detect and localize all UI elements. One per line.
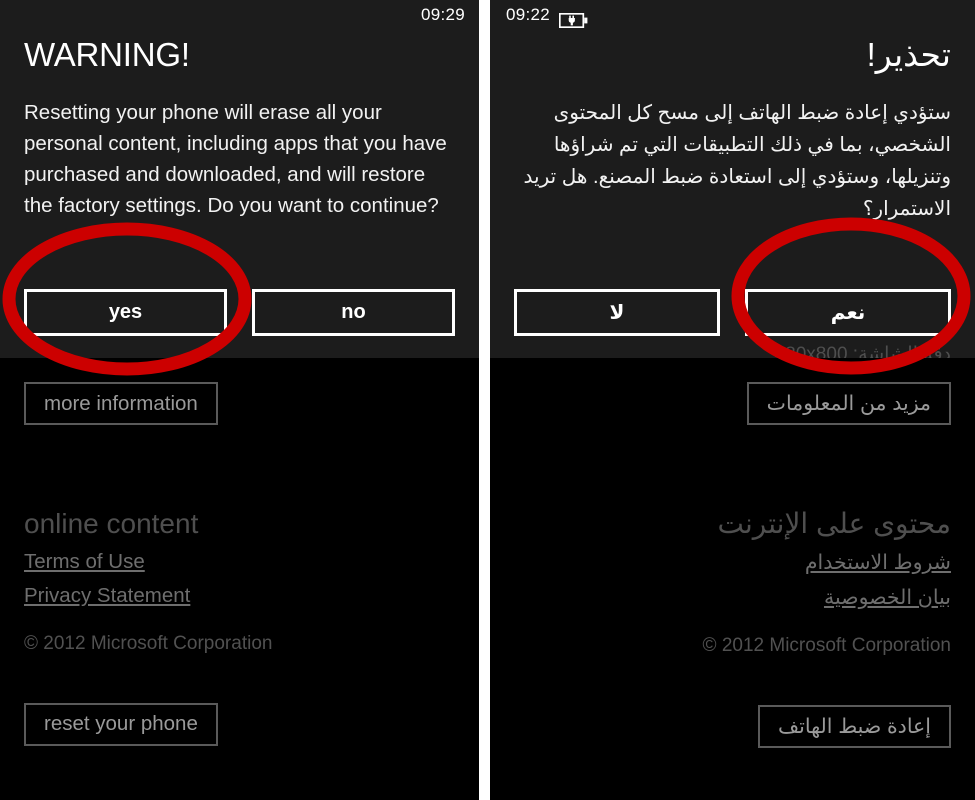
reset-your-phone-button[interactable]: reset your phone [24, 702, 218, 746]
dialog-body-en: Resetting your phone will erase all your… [24, 100, 447, 217]
reset-page-content-ar: مزيد من المعلومات محتوى على الإنترنت شرو… [490, 358, 975, 800]
reset-page-content-en: more information online content Terms of… [0, 358, 479, 800]
yes-button[interactable]: yes [24, 289, 227, 336]
more-information-row-ar: مزيد من المعلومات [514, 382, 951, 425]
online-content-heading-ar: محتوى على الإنترنت [717, 508, 951, 539]
phone-screen-english: more information online content Terms of… [0, 0, 479, 800]
copyright-text: © 2012 Microsoft Corporation [24, 632, 273, 654]
reset-button-row-ar: إعادة ضبط الهاتف [514, 704, 951, 748]
reset-your-phone-button-ar[interactable]: إعادة ضبط الهاتف [757, 704, 951, 748]
dialog-button-row-en: yes no [24, 289, 455, 336]
clipped-resolution-text: دقة الشاشة: 480x800 [774, 344, 951, 358]
more-information-row-en: more information [24, 382, 455, 425]
status-time-en: 09:29 [420, 5, 465, 24]
status-bar-ar: 09:22 [490, 0, 975, 30]
status-time-ar: 09:22 [506, 5, 551, 24]
terms-of-use-link-ar[interactable]: شروط الاستخدام [514, 550, 951, 575]
confirm-button-ar[interactable]: نعم [745, 289, 951, 336]
privacy-statement-link-ar[interactable]: بيان الخصوصية [514, 585, 951, 610]
reset-button-row-en: reset your phone [24, 702, 455, 746]
dialog-title-ar: تحذير! [866, 36, 952, 73]
status-bar-en: 09:29 [0, 0, 479, 30]
warning-dialog-en: WARNING! Resetting your phone will erase… [0, 0, 479, 358]
dialog-button-row-ar: نعم لا [514, 289, 951, 336]
copyright-text-ar: © 2012 Microsoft Corporation [702, 634, 951, 656]
more-information-button-ar[interactable]: مزيد من المعلومات [746, 382, 951, 425]
cancel-button-ar[interactable]: لا [514, 289, 720, 336]
battery-charging-icon [558, 8, 589, 28]
screenshot-root: more information online content Terms of… [0, 0, 975, 800]
dialog-body-ar: ستؤدي إعادة ضبط الهاتف إلى مسح كل المحتو… [523, 101, 951, 220]
dialog-title-en: WARNING! [24, 36, 190, 73]
online-content-heading: online content [24, 508, 199, 539]
panel-divider [479, 0, 490, 800]
warning-dialog-ar: تحذير! ستؤدي إعادة ضبط الهاتف إلى مسح كل… [490, 0, 975, 358]
privacy-statement-link[interactable]: Privacy Statement [24, 584, 455, 608]
more-information-button[interactable]: more information [24, 382, 218, 425]
no-button[interactable]: no [252, 289, 455, 336]
terms-of-use-link[interactable]: Terms of Use [24, 550, 455, 574]
phone-screen-arabic: مزيد من المعلومات محتوى على الإنترنت شرو… [490, 0, 975, 800]
